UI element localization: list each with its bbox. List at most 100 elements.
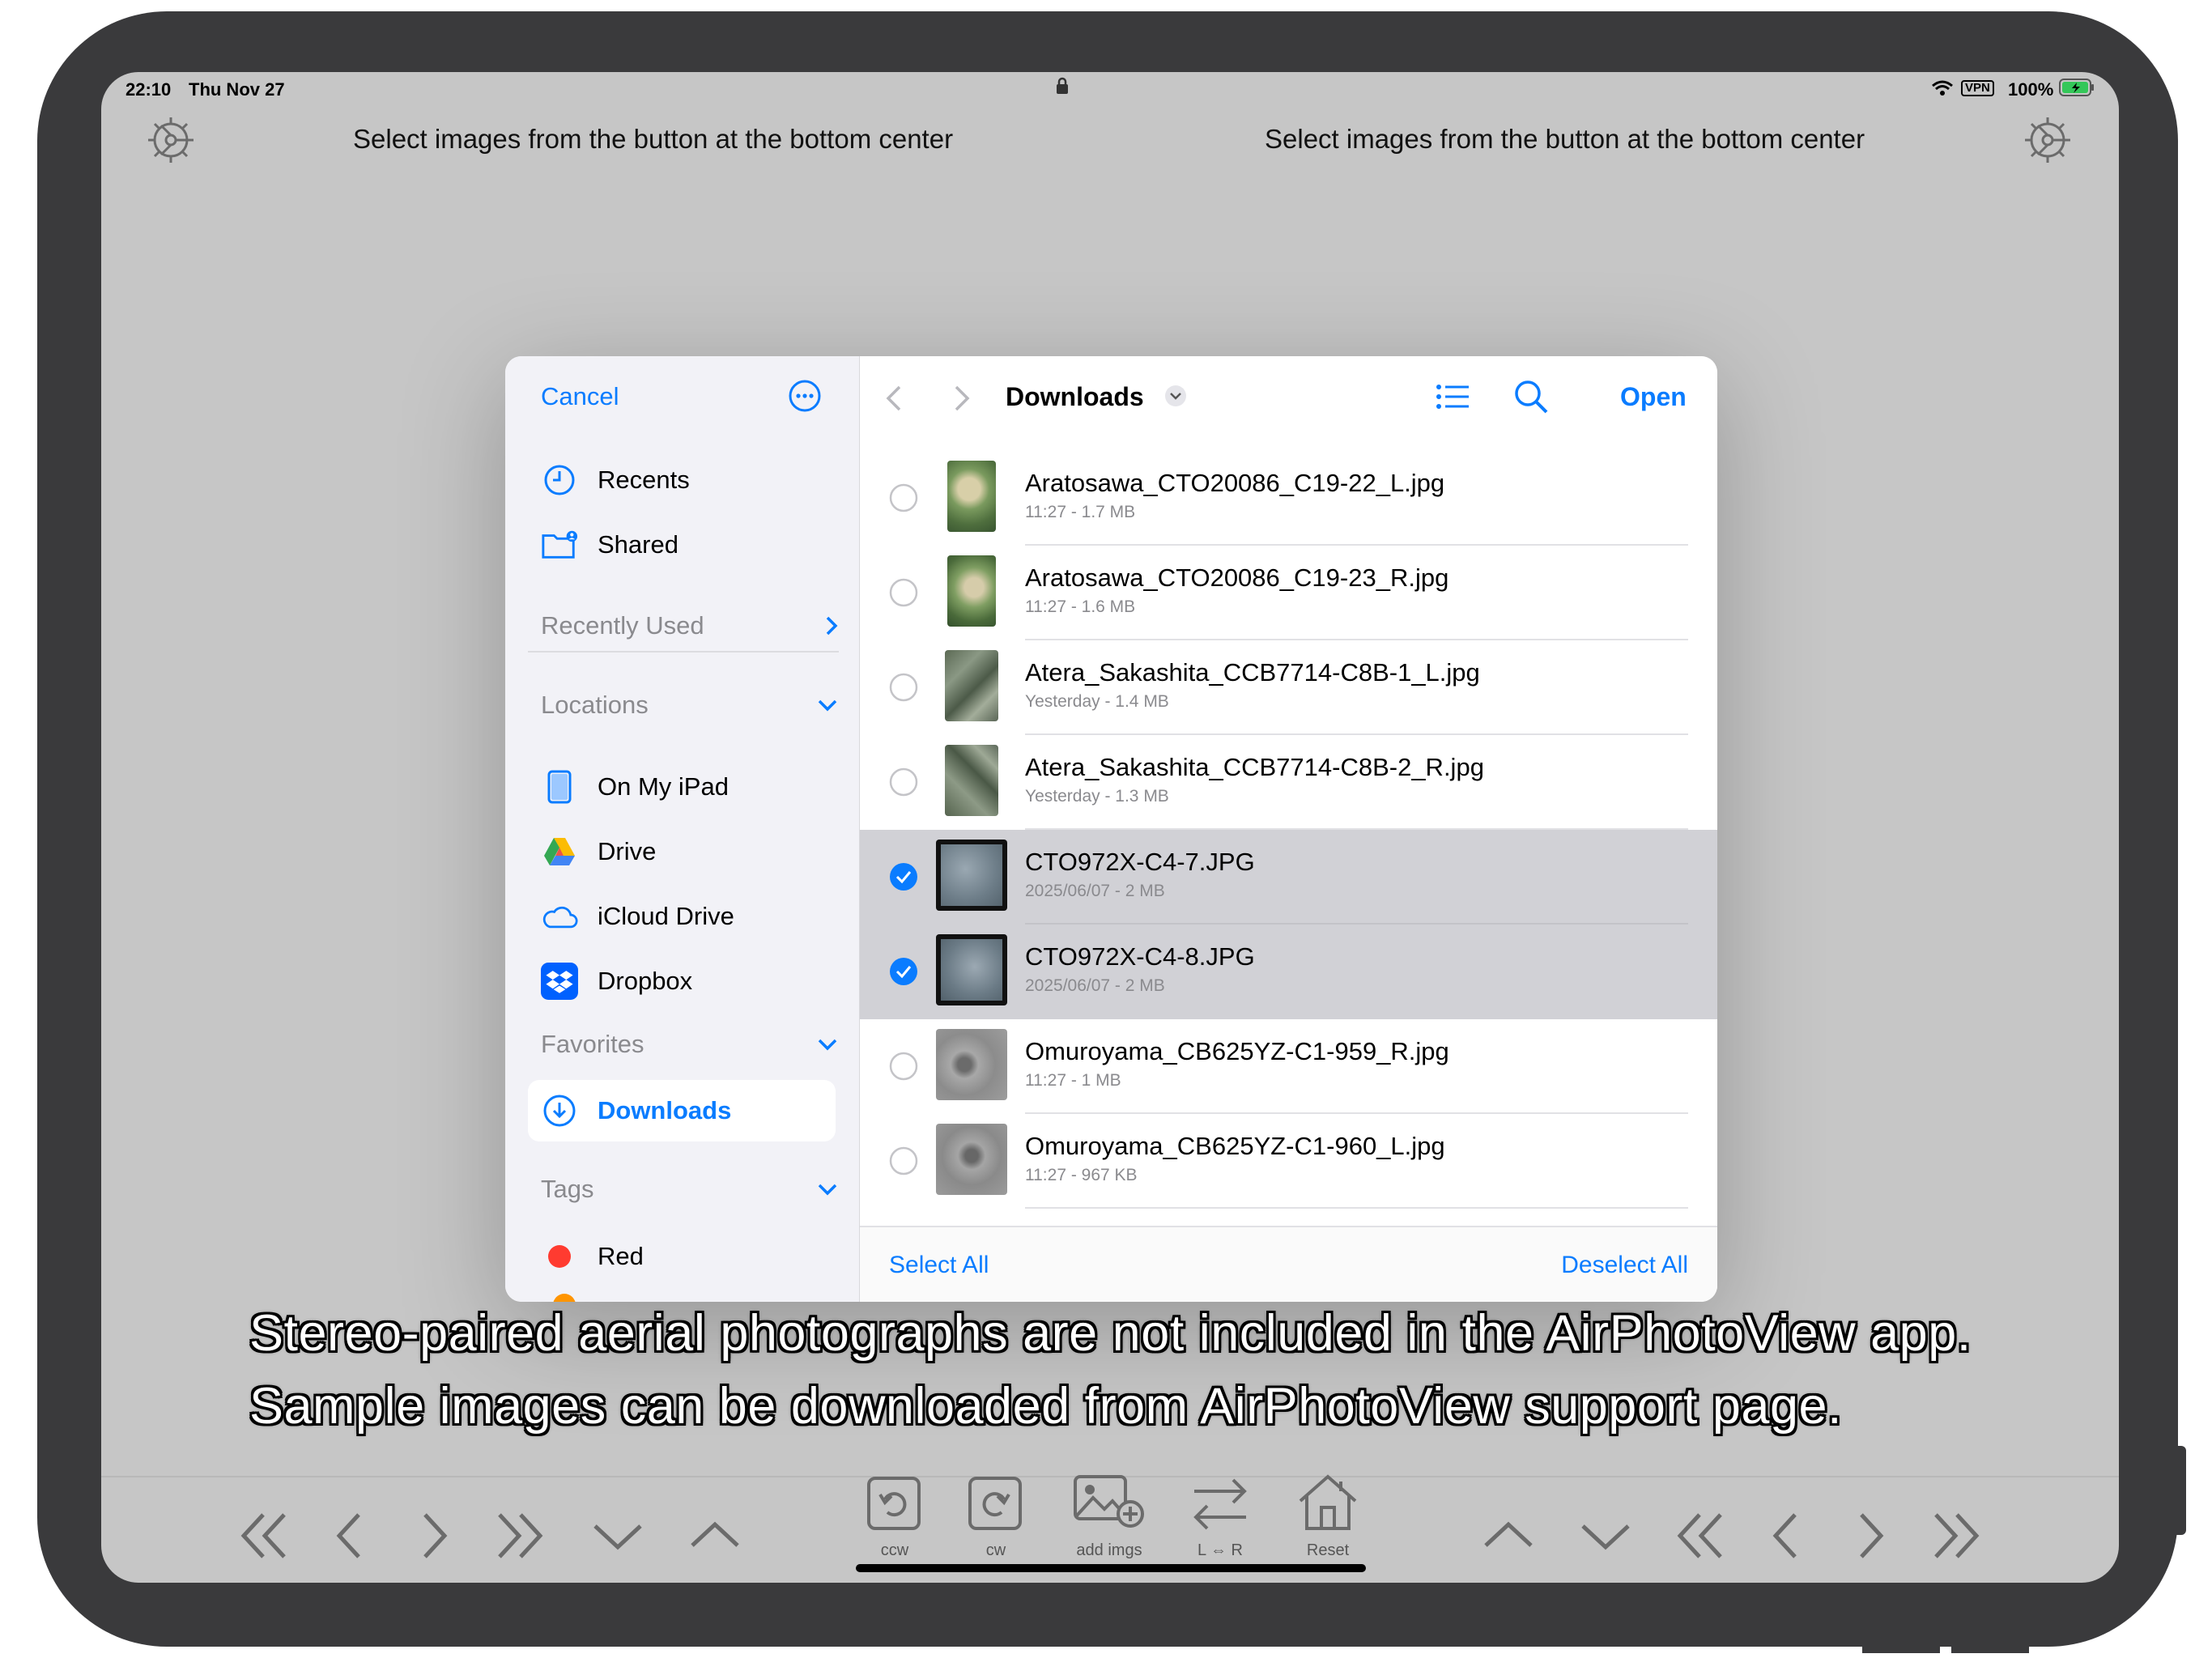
home-indicator[interactable] xyxy=(856,1564,1366,1572)
sidebar-item-icloud-drive[interactable]: iCloud Drive xyxy=(528,886,836,947)
unchecked-circle-icon[interactable] xyxy=(889,1052,918,1081)
sidebar-item-tag-red[interactable]: Red xyxy=(528,1226,836,1287)
rotate-ccw-icon xyxy=(867,1477,921,1530)
cloud-icon xyxy=(541,898,578,935)
right-first-icon[interactable] xyxy=(1670,1505,1732,1567)
status-bar: 22:10 Thu Nov 27 VPN 100% xyxy=(101,72,2119,104)
unchecked-circle-icon[interactable] xyxy=(889,767,918,797)
recently-used-header[interactable]: Recently Used xyxy=(541,611,839,640)
file-thumbnail xyxy=(936,934,1007,1005)
unchecked-circle-icon[interactable] xyxy=(889,1146,918,1175)
locations-header[interactable]: Locations xyxy=(541,691,839,720)
deselect-all-button[interactable]: Deselect All xyxy=(1561,1252,1688,1279)
picker-main: Downloads Open Aratosawa_CTO20086_C19-22… xyxy=(860,356,1717,1302)
folder-menu-chevron-icon[interactable] xyxy=(1163,384,1188,408)
file-row[interactable]: Aratosawa_CTO20086_C19-22_L.jpg 11:27 - … xyxy=(860,451,1717,546)
sidebar-item-drive[interactable]: Drive xyxy=(528,821,836,882)
file-meta: Yesterday - 1.3 MB xyxy=(1025,787,1169,806)
file-row[interactable]: Atera_Sakashita_CCB7714-C8B-1_L.jpg Yest… xyxy=(860,640,1717,735)
right-prev-icon[interactable] xyxy=(1756,1505,1818,1567)
folder-title[interactable]: Downloads xyxy=(1006,382,1144,412)
rotate-cw-icon xyxy=(968,1477,1022,1530)
select-all-button[interactable]: Select All xyxy=(889,1252,989,1279)
lock-icon xyxy=(1057,77,1068,94)
unchecked-circle-icon[interactable] xyxy=(889,673,918,702)
file-thumbnail xyxy=(947,461,996,532)
add-images-button[interactable]: add imgs xyxy=(1065,1470,1154,1567)
sidebar-item-recents[interactable]: Recents xyxy=(528,449,836,511)
left-first-icon[interactable] xyxy=(234,1505,296,1567)
chevron-right-icon xyxy=(826,616,838,636)
chevron-down-icon xyxy=(818,699,837,712)
favorites-header[interactable]: Favorites xyxy=(541,1030,839,1059)
file-meta: 11:27 - 967 KB xyxy=(1025,1166,1138,1184)
right-last-icon[interactable] xyxy=(1925,1505,1986,1567)
sidebar-item-label: Red xyxy=(598,1242,644,1270)
file-row[interactable]: CTO972X-C4-8.JPG 2025/06/07 - 2 MB xyxy=(860,925,1717,1019)
top-button-2 xyxy=(1951,1643,2029,1653)
swap-lr-label: L ⇔ R xyxy=(1197,1541,1243,1559)
right-down-icon[interactable] xyxy=(1575,1505,1636,1567)
left-next-icon[interactable] xyxy=(402,1505,464,1567)
file-row[interactable]: CTO972X-C4-7.JPG 2025/06/07 - 2 MB xyxy=(860,830,1717,925)
file-list: Aratosawa_CTO20086_C19-22_L.jpg 11:27 - … xyxy=(860,451,1717,1209)
settings-left-icon[interactable] xyxy=(145,114,197,166)
swap-arrows-icon xyxy=(1193,1478,1247,1530)
sidebar-item-shared[interactable]: Shared xyxy=(528,514,836,576)
file-name: Aratosawa_CTO20086_C19-23_R.jpg xyxy=(1025,563,1449,592)
locations-label: Locations xyxy=(541,691,649,719)
sidebar-item-on-my-ipad[interactable]: On My iPad xyxy=(528,756,836,818)
file-name: Omuroyama_CB625YZ-C1-959_R.jpg xyxy=(1025,1037,1449,1065)
settings-right-icon[interactable] xyxy=(2022,114,2074,166)
add-images-label: add imgs xyxy=(1076,1541,1142,1559)
tags-header[interactable]: Tags xyxy=(541,1175,839,1204)
file-thumbnail xyxy=(936,1124,1007,1195)
right-next-icon[interactable] xyxy=(1839,1505,1900,1567)
forward-chevron-icon[interactable] xyxy=(952,384,972,413)
file-row[interactable]: Atera_Sakashita_CCB7714-C8B-2_R.jpg Yest… xyxy=(860,735,1717,830)
shared-folder-icon xyxy=(541,526,578,563)
sidebar-item-downloads[interactable]: Downloads xyxy=(528,1080,836,1141)
sidebar-item-dropbox[interactable]: Dropbox xyxy=(528,950,836,1012)
file-name: Omuroyama_CB625YZ-C1-960_L.jpg xyxy=(1025,1132,1445,1160)
file-meta: 2025/06/07 - 2 MB xyxy=(1025,882,1165,900)
unchecked-circle-icon[interactable] xyxy=(889,578,918,607)
tags-label: Tags xyxy=(541,1175,594,1203)
sidebar-item-label: Downloads xyxy=(598,1096,732,1124)
reset-button[interactable]: Reset xyxy=(1283,1470,1372,1567)
search-icon[interactable] xyxy=(1513,379,1549,414)
file-row[interactable]: Omuroyama_CB625YZ-C1-959_R.jpg 11:27 - 1… xyxy=(860,1019,1717,1114)
rotate-ccw-button[interactable]: ccw xyxy=(850,1470,939,1567)
file-row[interactable]: Aratosawa_CTO20086_C19-23_R.jpg 11:27 - … xyxy=(860,546,1717,640)
wifi-icon xyxy=(1932,80,1953,96)
recently-used-label: Recently Used xyxy=(541,611,704,640)
screen: 22:10 Thu Nov 27 VPN 100% Select images … xyxy=(101,72,2119,1583)
file-name: Aratosawa_CTO20086_C19-22_L.jpg xyxy=(1025,469,1445,497)
back-chevron-icon[interactable] xyxy=(884,384,904,413)
cancel-button[interactable]: Cancel xyxy=(541,382,619,411)
unchecked-circle-icon[interactable] xyxy=(889,483,918,512)
left-up-icon[interactable] xyxy=(684,1505,746,1567)
top-button xyxy=(1862,1643,1940,1653)
status-time: 22:10 xyxy=(125,79,172,100)
checkmark-circle-icon[interactable] xyxy=(889,957,918,986)
left-prev-icon[interactable] xyxy=(320,1505,381,1567)
left-down-icon[interactable] xyxy=(587,1505,649,1567)
file-thumbnail xyxy=(945,745,998,816)
file-meta: Yesterday - 1.4 MB xyxy=(1025,692,1169,711)
divider xyxy=(528,651,839,653)
file-row[interactable]: Omuroyama_CB625YZ-C1-960_L.jpg 11:27 - 9… xyxy=(860,1114,1717,1209)
more-options-icon[interactable] xyxy=(788,379,822,413)
swap-lr-button[interactable]: L ⇔ R xyxy=(1176,1470,1265,1567)
rotate-cw-button[interactable]: cw xyxy=(951,1470,1040,1567)
file-name: Atera_Sakashita_CCB7714-C8B-2_R.jpg xyxy=(1025,753,1484,781)
file-meta: 11:27 - 1.7 MB xyxy=(1025,503,1136,521)
list-view-icon[interactable] xyxy=(1435,380,1470,413)
sidebar-item-label: iCloud Drive xyxy=(598,902,734,930)
open-button[interactable]: Open xyxy=(1620,382,1687,412)
left-last-icon[interactable] xyxy=(488,1505,550,1567)
checkmark-circle-icon[interactable] xyxy=(889,862,918,891)
right-up-icon[interactable] xyxy=(1478,1505,1539,1567)
sidebar-item-label: Drive xyxy=(598,837,657,865)
file-name: CTO972X-C4-8.JPG xyxy=(1025,942,1255,971)
